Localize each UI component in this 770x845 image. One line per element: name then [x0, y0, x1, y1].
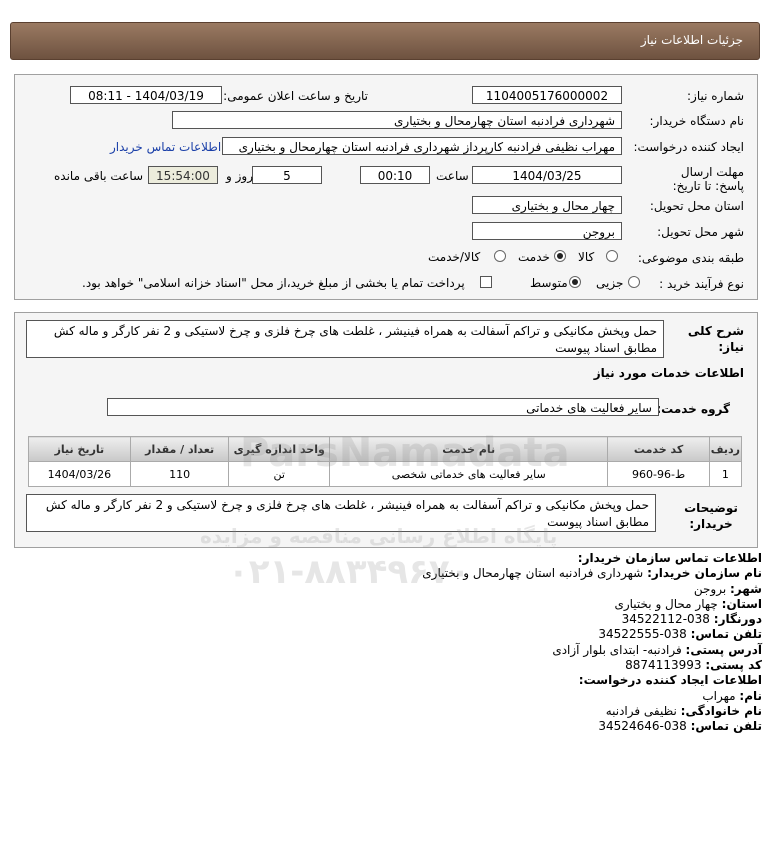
- column-header-need-date: تاریخ نیاز: [28, 436, 131, 462]
- service-group-label: گروه خدمت:: [656, 402, 730, 416]
- delivery-city-label: شهر محل تحویل:: [657, 225, 744, 239]
- category-goods-label: کالا: [578, 250, 595, 264]
- remaining-time-label: ساعت باقی مانده: [54, 169, 144, 183]
- need-number-field: 1104005176000002: [472, 86, 622, 104]
- column-header-unit: واحد اندازه گیری: [228, 436, 331, 462]
- buyer-contact-section: اطلاعات تماس سازمان خریدار: نام سازمان خ…: [422, 551, 762, 735]
- column-header-service-name: نام خدمت: [329, 436, 609, 462]
- process-minor-radio[interactable]: [628, 276, 640, 288]
- delivery-province-field: چهار محال و بختیاری: [472, 196, 622, 214]
- creator-field: مهراب نظیفی فرادنبه کارپرداز شهرداری فرا…: [222, 137, 622, 155]
- contact-postal-code: کد پستی: 8874113993: [625, 658, 762, 673]
- column-header-service-code: کد خدمت: [607, 436, 710, 462]
- deadline-label: مهلت ارسال پاسخ: تا تاریخ:: [672, 165, 744, 193]
- creator-info-title: اطلاعات ایجاد کننده درخواست:: [578, 673, 762, 688]
- deadline-date-field: 1404/03/25: [472, 166, 622, 184]
- contact-province: استان: چهار محال و بختیاری: [614, 596, 762, 611]
- days-label: روز و: [226, 169, 253, 183]
- creator-last-name: نام خانوادگی: نظیفی فرادنبه: [605, 703, 762, 718]
- creator-first-name: نام: مهراب: [702, 688, 762, 703]
- contact-org-name: نام سازمان خریدار: شهرداری فرادنبه استان…: [422, 566, 762, 581]
- category-service-label: خدمت: [518, 250, 550, 264]
- deadline-time-field: 00:10: [360, 166, 430, 184]
- creator-label: ایجاد کننده درخواست:: [633, 140, 744, 154]
- unit-cell: تن: [228, 461, 331, 487]
- category-service-radio[interactable]: [554, 250, 566, 262]
- deadline-time-label: ساعت: [436, 169, 469, 183]
- process-medium-radio[interactable]: [569, 276, 581, 288]
- announce-datetime-label: تاریخ و ساعت اعلان عمومی:: [223, 89, 368, 103]
- process-minor-label: جزیی: [596, 276, 624, 290]
- services-section-title: اطلاعات خدمات مورد نیاز: [593, 366, 744, 380]
- service-name-cell: سایر فعالیت های خدماتی شخصی: [329, 461, 609, 487]
- contact-city: شهر: بروجن: [693, 581, 762, 596]
- table-header-row: ردیف کد خدمت نام خدمت واحد اندازه گیری ت…: [28, 436, 743, 462]
- category-goods-radio[interactable]: [606, 250, 618, 262]
- quantity-cell: 110: [129, 461, 230, 487]
- buyer-contact-link[interactable]: اطلاعات تماس خریدار: [110, 140, 221, 154]
- need-date-cell: 1404/03/26: [28, 461, 131, 487]
- services-table: ردیف کد خدمت نام خدمت واحد اندازه گیری ت…: [28, 436, 743, 487]
- need-description-field: حمل وپخش مکانیکی و تراکم آسفالت به همراه…: [26, 320, 664, 358]
- buyer-notes-label: توضیحات خریدار:: [684, 501, 738, 531]
- buyer-org-field: شهرداری فرادنبه استان چهارمحال و بختیاری: [172, 111, 622, 129]
- service-code-cell: ط-96-960: [607, 461, 710, 487]
- buyer-notes-field: حمل وپخش مکانیکی و تراکم آسفالت به همراه…: [26, 494, 656, 532]
- process-medium-label: متوسط: [530, 276, 568, 290]
- treasury-payment-checkbox[interactable]: [480, 276, 492, 288]
- column-header-quantity: تعداد / مقدار: [129, 436, 230, 462]
- need-info-panel: [14, 74, 758, 300]
- table-row: 1 ط-96-960 سایر فعالیت های خدماتی شخصی ت…: [28, 461, 743, 487]
- contact-fax: دورنگار: 038-34522112: [621, 612, 762, 627]
- category-goods-service-label: کالا/خدمت: [428, 250, 481, 264]
- contact-address: آدرس پستی: فرادنبه- ابتدای بلوار آزادی: [552, 642, 762, 657]
- remaining-time-field: 15:54:00: [148, 166, 218, 184]
- contact-phone: تلفن تماس: 038-34522555: [598, 627, 762, 642]
- category-goods-service-radio[interactable]: [494, 250, 506, 262]
- contact-org-title: اطلاعات تماس سازمان خریدار:: [577, 551, 762, 565]
- row-number-cell: 1: [708, 461, 743, 487]
- need-number-label: شماره نیاز:: [687, 89, 744, 103]
- page-header: جزئیات اطلاعات نیاز: [10, 22, 760, 60]
- delivery-province-label: استان محل تحویل:: [649, 199, 744, 213]
- page-title: جزئیات اطلاعات نیاز: [640, 33, 743, 47]
- buyer-org-label: نام دستگاه خریدار:: [649, 114, 745, 128]
- process-type-label: نوع فرآیند خرید :: [659, 277, 744, 291]
- need-description-label: شرح کلی نیاز:: [687, 324, 744, 354]
- treasury-payment-note: پرداخت تمام یا بخشی از مبلغ خرید،از محل …: [82, 276, 465, 290]
- service-group-field: سایر فعالیت های خدماتی: [107, 398, 659, 416]
- category-label: طبقه بندی موضوعی:: [637, 251, 744, 265]
- announce-datetime-field: 1404/03/19 - 08:11: [70, 86, 222, 104]
- delivery-city-field: بروجن: [472, 222, 622, 240]
- column-header-row-number: ردیف: [708, 436, 743, 462]
- creator-phone: تلفن تماس: 038-34524646: [598, 719, 762, 734]
- days-remaining-field: 5: [252, 166, 322, 184]
